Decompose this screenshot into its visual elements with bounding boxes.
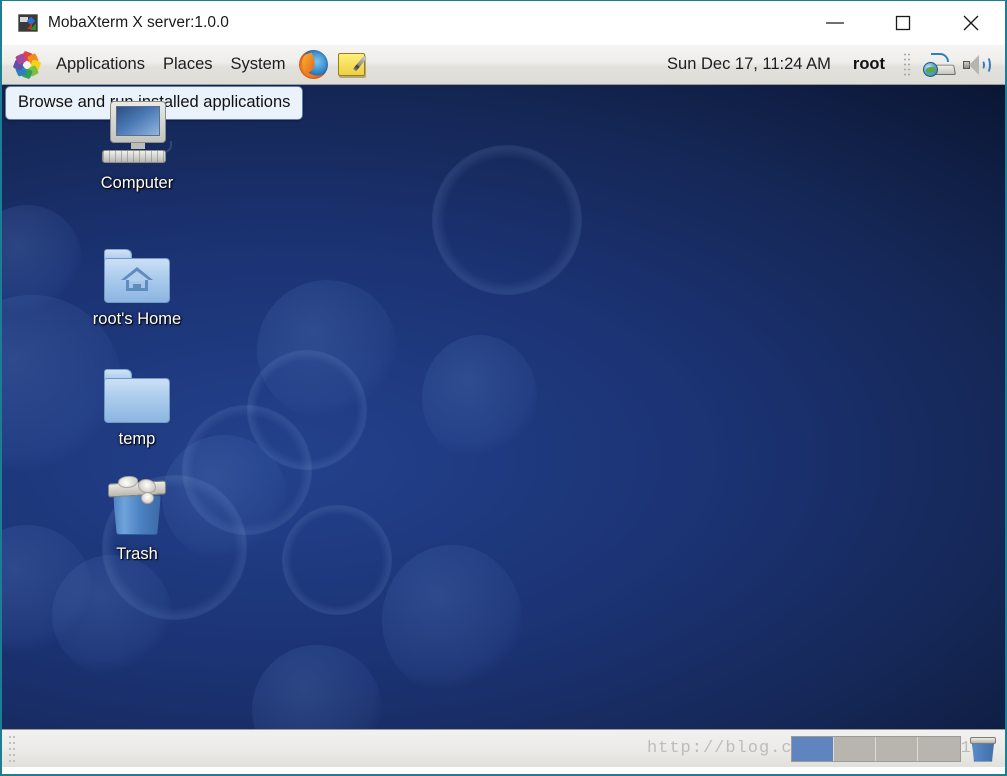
firefox-launcher-icon[interactable] (297, 49, 331, 81)
minimize-button[interactable] (801, 1, 869, 45)
network-keyboard-icon[interactable] (921, 50, 957, 80)
trash-applet-icon[interactable] (969, 735, 997, 763)
desktop-icon-computer[interactable]: Computer (62, 97, 212, 193)
workspace-4[interactable] (918, 736, 960, 761)
bg-bubble (382, 545, 522, 695)
desktop-icon-label: Trash (116, 545, 158, 563)
trash-icon (108, 468, 166, 538)
desktop-icon-label: temp (118, 430, 156, 448)
text-editor-launcher-icon[interactable] (335, 49, 369, 81)
folder-icon (104, 353, 170, 423)
bg-bubble (422, 335, 537, 460)
window-controls (801, 1, 1005, 45)
desktop-icon-root-home[interactable]: root's Home (62, 233, 212, 329)
bg-bubble (252, 645, 382, 729)
bg-bubble (52, 555, 172, 675)
workspace-1[interactable] (792, 736, 834, 761)
panel-drag-handle[interactable] (8, 733, 17, 764)
workspace-3[interactable] (876, 736, 918, 761)
bg-bubble (432, 145, 582, 295)
window-titlebar: MobaXterm X server:1.0.0 (2, 1, 1005, 45)
desktop-icon-temp[interactable]: temp (62, 353, 212, 449)
desktop-icon-label: root's Home (92, 310, 182, 328)
maximize-button[interactable] (869, 1, 937, 45)
desktop-icon-label: Computer (100, 174, 174, 192)
home-folder-icon (104, 233, 170, 303)
applications-menu-icon[interactable] (12, 50, 42, 79)
panel-clock[interactable]: Sun Dec 17, 11:24 AM (667, 55, 831, 74)
window-title: MobaXterm X server:1.0.0 (48, 14, 229, 31)
mobaxterm-icon (18, 14, 38, 32)
gnome-top-panel: Applications Places System Sun Dec 17, 1… (2, 45, 1005, 85)
bg-bubble (282, 505, 392, 615)
desktop-icon-trash[interactable]: Trash (62, 468, 212, 564)
volume-speaker-icon[interactable] (957, 50, 993, 80)
bg-bubble (257, 280, 397, 420)
tray-separator (903, 51, 911, 78)
close-button[interactable] (937, 1, 1005, 45)
menu-places[interactable]: Places (154, 52, 222, 77)
computer-icon (100, 97, 174, 167)
menu-applications[interactable]: Applications (47, 52, 154, 77)
desktop-area[interactable]: Browse and run installed applications Co… (2, 85, 1005, 729)
workspace-2[interactable] (834, 736, 876, 761)
bg-bubble (247, 350, 367, 470)
panel-username[interactable]: root (853, 55, 885, 74)
menu-system[interactable]: System (222, 52, 295, 77)
workspace-switcher[interactable] (791, 735, 961, 762)
gnome-bottom-panel: http://blog.csdn.net/juyin2015 (2, 729, 1005, 767)
mobaxterm-window: MobaXterm X server:1.0.0 Applications Pl… (0, 0, 1007, 776)
